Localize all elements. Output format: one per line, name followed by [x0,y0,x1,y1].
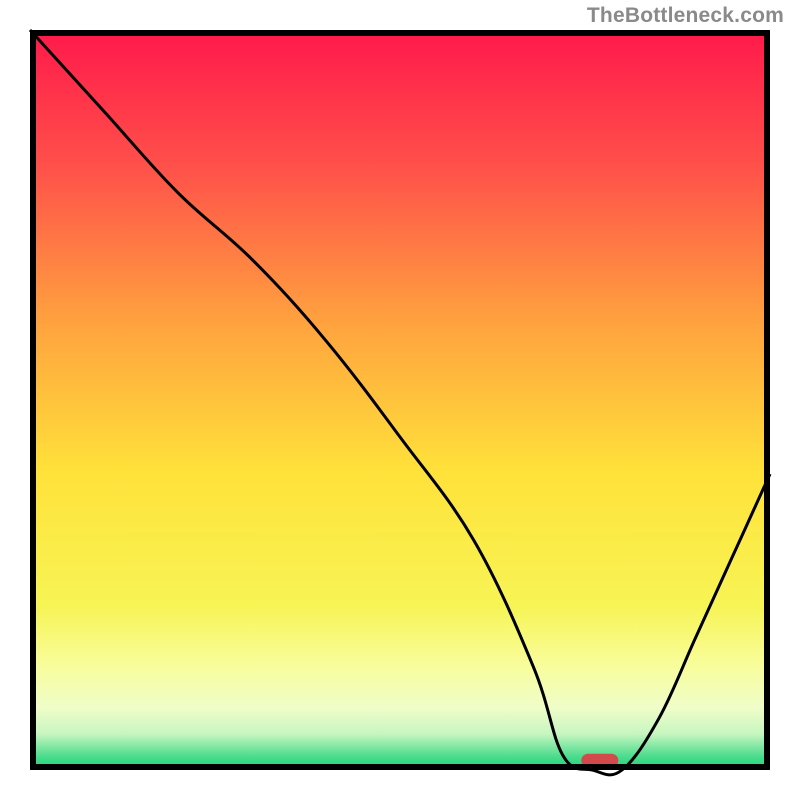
gradient-background [33,33,767,767]
bottleneck-chart [0,0,800,800]
